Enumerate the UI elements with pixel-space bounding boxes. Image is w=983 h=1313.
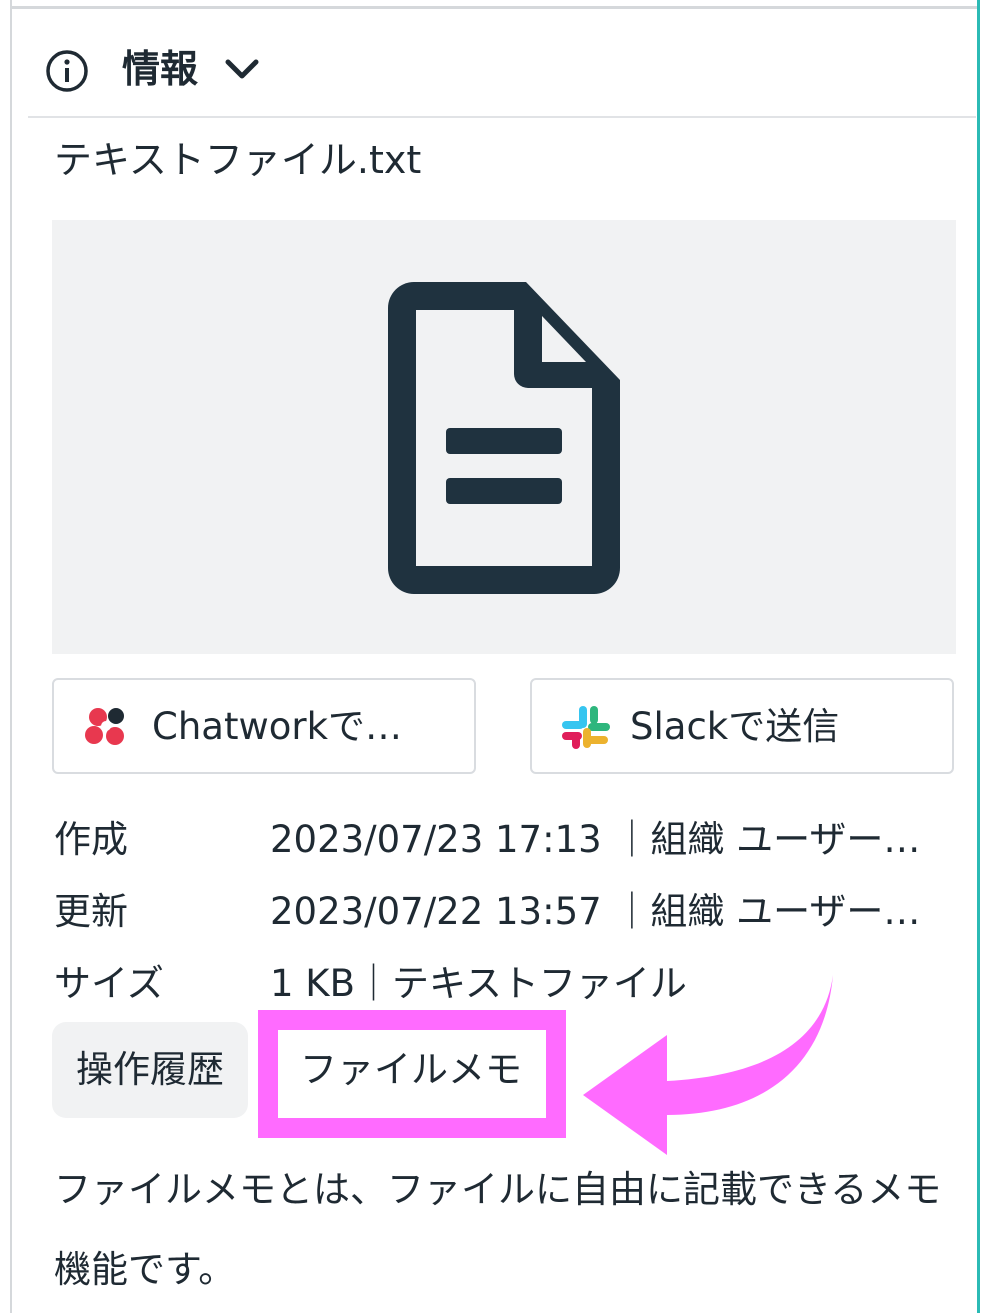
chatwork-logo-icon xyxy=(85,708,124,745)
info-circle-icon xyxy=(46,50,88,92)
updated-value: 2023/07/22 13:57 ｜組織 ユーザー… xyxy=(270,890,921,933)
file-name: テキストファイル.txt xyxy=(54,138,422,182)
document-icon xyxy=(388,282,620,594)
file-preview[interactable] xyxy=(52,220,956,654)
tab-operation-history[interactable]: 操作履歴 xyxy=(52,1022,248,1118)
created-row: 作成 2023/07/23 17:13 ｜組織 ユーザー… xyxy=(54,812,954,868)
send-slack-button[interactable]: Slackで送信 xyxy=(530,678,954,774)
chevron-down-icon[interactable] xyxy=(222,52,262,88)
right-accent-bar xyxy=(977,0,980,1313)
slack-button-label: Slackで送信 xyxy=(630,705,840,748)
size-label: サイズ xyxy=(54,962,164,1005)
updated-label: 更新 xyxy=(54,890,128,933)
left-divider xyxy=(10,0,12,1313)
chatwork-button-label: Chatworkで… xyxy=(152,705,403,748)
top-divider xyxy=(10,6,980,9)
highlight-box xyxy=(258,1010,566,1138)
info-section-header[interactable]: 情報 xyxy=(28,22,976,118)
info-section-title: 情報 xyxy=(122,47,199,91)
file-info-panel: 情報 テキストファイル.txt Chatworkで… Slackで送信 作成 2… xyxy=(0,0,983,1313)
created-label: 作成 xyxy=(54,818,128,861)
send-chatwork-button[interactable]: Chatworkで… xyxy=(52,678,476,774)
slack-logo-icon xyxy=(562,706,610,749)
updated-row: 更新 2023/07/22 13:57 ｜組織 ユーザー… xyxy=(54,884,954,940)
created-value: 2023/07/23 17:13 ｜組織 ユーザー… xyxy=(270,818,921,861)
file-memo-description: ファイルメモとは、ファイルに自由に記載できるメモ機能です。 xyxy=(54,1168,942,1291)
pointer-arrow-icon xyxy=(583,975,833,1155)
